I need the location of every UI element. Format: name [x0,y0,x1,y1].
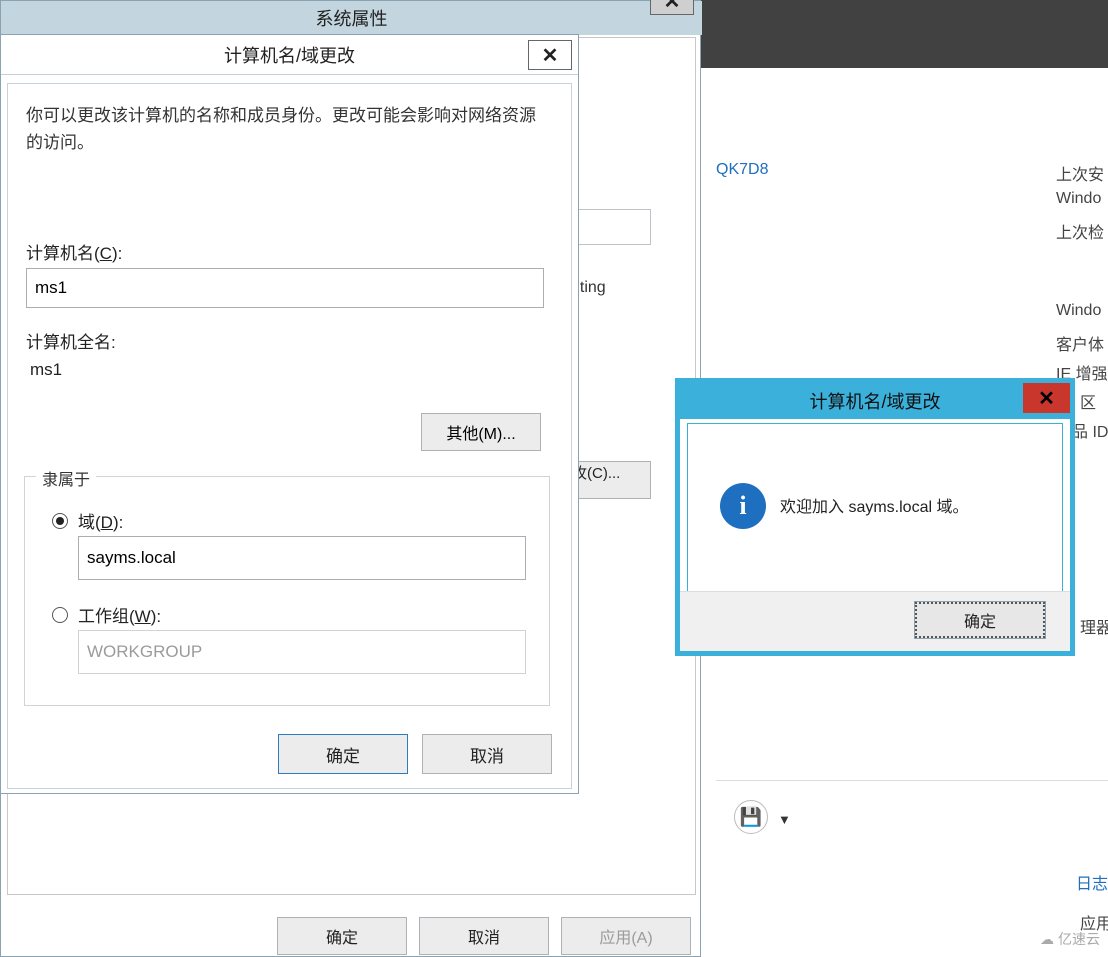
name-domain-change-dialog: 计算机名/域更改 ✕ 你可以更改该计算机的名称和成员身份。更改可能会影响对网络资… [0,34,579,794]
label-last-check: 上次检 [1056,219,1104,243]
change-c-button[interactable]: 攻(C)... [571,461,651,499]
save-icon[interactable]: 💾 [734,800,768,834]
name-change-description: 你可以更改该计算机的名称和成员身份。更改可能会影响对网络资源的访问。 [26,102,546,156]
msgbox-title: 计算机名/域更改 [680,383,1070,419]
member-of-legend: 隶属于 [36,466,96,490]
label-customer: 客户体 [1056,331,1104,355]
msgbox-ok-button[interactable]: 确定 [915,602,1045,638]
workgroup-radio-row[interactable]: 工作组(W): [52,602,161,627]
welcome-msgbox: 计算机名/域更改 ✕ i 欢迎加入 sayms.local 域。 确定 [675,378,1075,656]
domain-radio-label: 域(D): [78,508,123,533]
workgroup-radio[interactable] [52,607,68,623]
system-properties-title: 系统属性 [1,1,702,35]
close-icon: ✕ [1038,386,1055,411]
sysprops-cancel-button[interactable]: 取消 [419,917,549,955]
name-change-ok-button[interactable]: 确定 [278,734,408,774]
close-icon: ✕ [542,43,559,68]
link-log[interactable]: 日志 [1076,870,1108,894]
domain-radio-row[interactable]: 域(D): [52,508,123,533]
system-properties-close-button[interactable]: ✕ [650,0,694,15]
computer-name-input[interactable] [26,268,544,308]
label-last-install: 上次安 [1056,161,1104,185]
close-icon: ✕ [664,0,681,14]
divider [716,780,1108,781]
cloud-icon: ☁ [1040,931,1054,948]
label-product-id: 品 ID [1072,418,1108,442]
full-name-value: ms1 [30,360,62,380]
sysprops-apply-button: 应用(A) [561,917,691,955]
label-windows: Windo [1056,190,1101,208]
more-button-label: 其他(M)... [446,426,515,443]
info-icon: i [720,483,766,529]
workgroup-radio-label: 工作组(W): [78,602,161,627]
more-button[interactable]: 其他(M)... [421,413,541,451]
domain-input[interactable] [78,536,526,580]
sysprops-ok-button[interactable]: 确定 [277,917,407,955]
chevron-down-icon[interactable]: ▼ [778,812,791,827]
domain-radio[interactable] [52,513,68,529]
label-windo2: Windo [1056,302,1101,320]
msgbox-text: 欢迎加入 sayms.local 域。 [780,493,968,517]
workgroup-input [78,630,526,674]
name-change-cancel-button[interactable]: 取消 [422,734,552,774]
full-name-label: 计算机全名: [26,328,116,353]
label-zone: 区 [1080,389,1096,413]
network-id-box[interactable] [571,209,651,245]
name-change-title: 计算机名/域更改 [1,35,578,75]
name-change-body: 你可以更改该计算机的名称和成员身份。更改可能会影响对网络资源的访问。 计算机名(… [7,83,572,789]
name-change-close-button[interactable]: ✕ [528,40,572,70]
watermark: ☁ 亿速云 [1040,929,1100,949]
computer-name-label: 计算机名(C): [26,239,122,264]
computer-link[interactable]: QK7D8 [716,161,768,179]
msgbox-close-button[interactable]: ✕ [1023,383,1070,413]
label-processor: 理器 [1080,614,1108,638]
